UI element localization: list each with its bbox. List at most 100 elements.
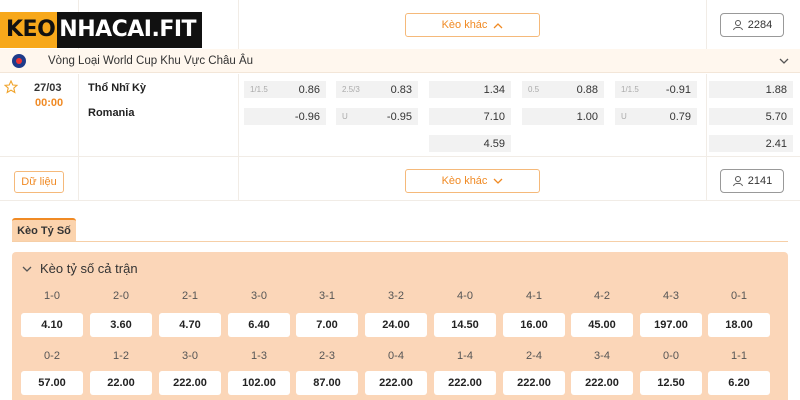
odds-cell[interactable]: 2.5/3 0.83 [336,81,418,98]
col-divider [238,0,239,49]
score-odds-button[interactable]: 7.00 [296,313,358,337]
score-odds-button[interactable]: 4.10 [21,313,83,337]
score-odds-button[interactable]: 197.00 [640,313,702,337]
odds-value: 1.88 [765,83,787,96]
chevron-up-icon [493,22,503,28]
odds-value: -0.96 [294,110,320,123]
score-odds-button[interactable]: 24.00 [365,313,427,337]
score-label: 1-4 [457,350,473,362]
odds-value: 0.83 [390,83,412,96]
score-label: 2-1 [182,290,198,302]
score-label: 2-4 [526,350,542,362]
odds-cell[interactable]: 1.34 [429,81,511,98]
score-label: 4-0 [457,290,473,302]
bet-count: 2141 [747,175,773,187]
match-date: 27/03 [34,82,62,94]
score-odds-button[interactable]: 222.00 [365,371,427,395]
score-odds-button[interactable]: 222.00 [434,371,496,395]
tab-correct-score[interactable]: Kèo Tỷ Số [12,218,76,242]
odds-value: 0.88 [576,83,598,96]
score-odds-button[interactable]: 87.00 [296,371,358,395]
col-divider [706,0,707,49]
col-divider [78,74,79,200]
score-odds-button[interactable]: 18.00 [708,313,770,337]
chevron-down-icon [22,266,32,272]
more-odds-label: Kèo khác [441,19,488,31]
more-odds-button[interactable]: Kèo khác [405,169,540,193]
col-divider [238,74,239,200]
home-team[interactable]: Thổ Nhĩ Kỳ [88,82,146,94]
odds-value: 2.41 [765,137,787,150]
bet-count-button[interactable]: 2141 [720,169,784,193]
score-odds-button[interactable]: 222.00 [503,371,565,395]
odds-value: 7.10 [483,110,505,123]
odds-cell[interactable]: 5.70 [709,108,793,125]
score-odds-button[interactable]: 222.00 [159,371,221,395]
odds-cell[interactable]: 7.10 [429,108,511,125]
row-divider [0,200,800,201]
tab-underline [12,241,788,242]
odds-cell[interactable]: U 0.79 [615,108,697,125]
odds-value: -0.91 [665,83,691,96]
odds-cell[interactable]: U -0.95 [336,108,418,125]
odds-cell[interactable]: 4.59 [429,135,511,152]
odds-cell[interactable]: 0.5 0.88 [522,81,604,98]
score-odds-button[interactable]: 12.50 [640,371,702,395]
score-odds-button[interactable]: 222.00 [571,371,633,395]
handicap-label: 1/1.5 [621,85,639,94]
col-divider [706,74,707,200]
odds-value: 5.70 [765,110,787,123]
score-label: 1-3 [251,350,267,362]
panel-header[interactable]: Kèo tỷ số cả trận [22,261,138,276]
score-odds-button[interactable]: 4.70 [159,313,221,337]
score-label: 3-1 [319,290,335,302]
score-label: 0-4 [388,350,404,362]
score-label: 3-0 [251,290,267,302]
odds-cell[interactable]: 2.41 [709,135,793,152]
data-button[interactable]: Dữ liệu [14,171,64,193]
score-label: 3-2 [388,290,404,302]
score-label: 1-1 [731,350,747,362]
bet-count: 2284 [747,19,773,31]
odds-value: 1.00 [576,110,598,123]
chevron-down-icon[interactable] [778,55,790,67]
odds-value: -0.95 [386,110,412,123]
away-team[interactable]: Romania [88,107,134,119]
score-label: 0-1 [731,290,747,302]
score-label: 3-4 [594,350,610,362]
bet-count-button[interactable]: 2284 [720,13,784,37]
odds-cell[interactable]: -0.96 [244,108,326,125]
logo-nhacai: NHACAI.FIT [57,12,203,48]
score-odds-button[interactable]: 22.00 [90,371,152,395]
score-label: 3-0 [182,350,198,362]
odds-value: 1.34 [483,83,505,96]
odds-value: 0.86 [298,83,320,96]
handicap-label: 0.5 [528,85,540,94]
score-label: 0-0 [663,350,679,362]
score-odds-button[interactable]: 14.50 [434,313,496,337]
odds-cell[interactable]: 1.00 [522,108,604,125]
chevron-down-icon [493,178,503,184]
score-odds-button[interactable]: 102.00 [228,371,290,395]
score-label: 2-0 [113,290,129,302]
site-logo[interactable]: KEO NHACAI.FIT [0,12,203,48]
score-odds-button[interactable]: 6.20 [708,371,770,395]
score-odds-button[interactable]: 57.00 [21,371,83,395]
score-label: 4-1 [526,290,542,302]
score-label: 1-2 [113,350,129,362]
score-odds-button[interactable]: 3.60 [90,313,152,337]
star-icon[interactable] [3,79,19,97]
score-odds-button[interactable]: 16.00 [503,313,565,337]
odds-cell[interactable]: 1.88 [709,81,793,98]
row-divider [0,156,800,157]
odds-cell[interactable]: 1/1.5 0.86 [244,81,326,98]
score-odds-button[interactable]: 45.00 [571,313,633,337]
match-time: 00:00 [35,97,64,109]
score-label: 2-3 [319,350,335,362]
score-odds-button[interactable]: 6.40 [228,313,290,337]
score-label: 4-2 [594,290,610,302]
odds-cell[interactable]: 1/1.5 -0.91 [615,81,697,98]
handicap-label: U [342,112,348,121]
league-header[interactable]: Vòng Loại World Cup Khu Vực Châu Âu [0,49,800,73]
more-odds-button[interactable]: Kèo khác [405,13,540,37]
